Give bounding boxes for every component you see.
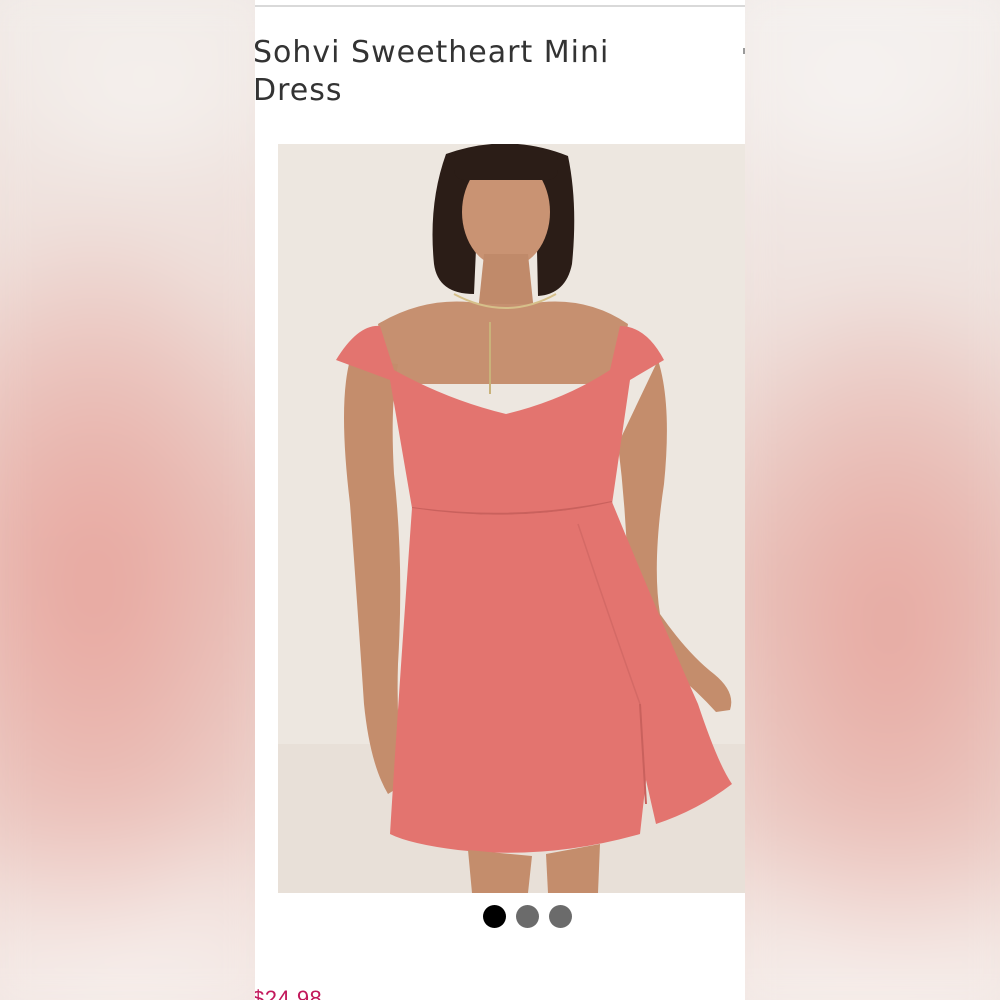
image-carousel-indicator [483, 905, 572, 929]
product-price: $24.98 [255, 986, 323, 1000]
carousel-dot-2[interactable] [516, 905, 539, 928]
scroll-indicator [743, 48, 745, 54]
header-divider [255, 5, 745, 7]
blurred-background-right [745, 0, 1000, 1000]
blurred-background-left [0, 0, 255, 1000]
carousel-dot-3[interactable] [549, 905, 572, 928]
product-title: Sohvi Sweetheart Mini Dress [255, 35, 610, 108]
product-photo[interactable] [278, 144, 745, 893]
product-page: Sohvi Sweetheart Mini Dress $24.98 [255, 0, 745, 1000]
carousel-dot-1[interactable] [483, 905, 506, 928]
